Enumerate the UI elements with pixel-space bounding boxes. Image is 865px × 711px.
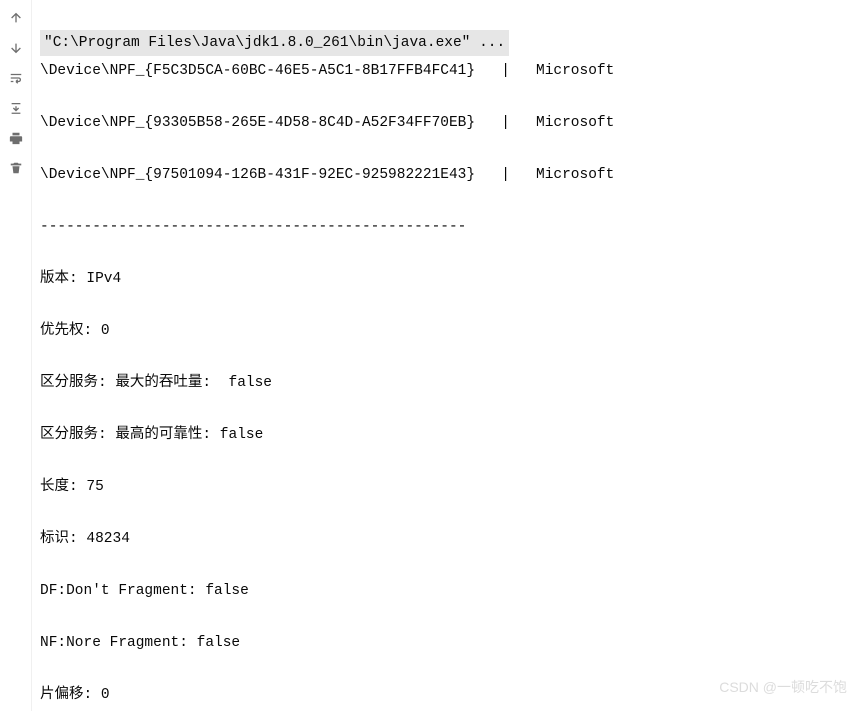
trash-icon[interactable] <box>8 160 24 176</box>
packet-field: 优先权: 0 <box>40 318 865 344</box>
packet-field: DF:Don't Fragment: false <box>40 578 865 604</box>
arrow-down-icon[interactable] <box>8 40 24 56</box>
print-icon[interactable] <box>8 130 24 146</box>
packet-field: 长度: 75 <box>40 474 865 500</box>
packet-field: 区分服务: 最高的可靠性: false <box>40 422 865 448</box>
packet-field: 区分服务: 最大的吞吐量: false <box>40 370 865 396</box>
console-gutter <box>0 0 32 711</box>
device-line: \Device\NPF_{F5C3D5CA-60BC-46E5-A5C1-8B1… <box>40 58 865 84</box>
command-line: "C:\Program Files\Java\jdk1.8.0_261\bin\… <box>40 30 509 56</box>
packet-field: NF:Nore Fragment: false <box>40 630 865 656</box>
console-output[interactable]: "C:\Program Files\Java\jdk1.8.0_261\bin\… <box>32 0 865 711</box>
wrap-text-icon[interactable] <box>8 70 24 86</box>
watermark: CSDN @一顿吃不饱 <box>719 677 847 697</box>
packet-field: 标识: 48234 <box>40 526 865 552</box>
device-line: \Device\NPF_{97501094-126B-431F-92EC-925… <box>40 162 865 188</box>
arrow-up-icon[interactable] <box>8 10 24 26</box>
device-line: \Device\NPF_{93305B58-265E-4D58-8C4D-A52… <box>40 110 865 136</box>
packet-field: 版本: IPv4 <box>40 266 865 292</box>
scroll-to-end-icon[interactable] <box>8 100 24 116</box>
separator-line: ----------------------------------------… <box>40 214 865 240</box>
